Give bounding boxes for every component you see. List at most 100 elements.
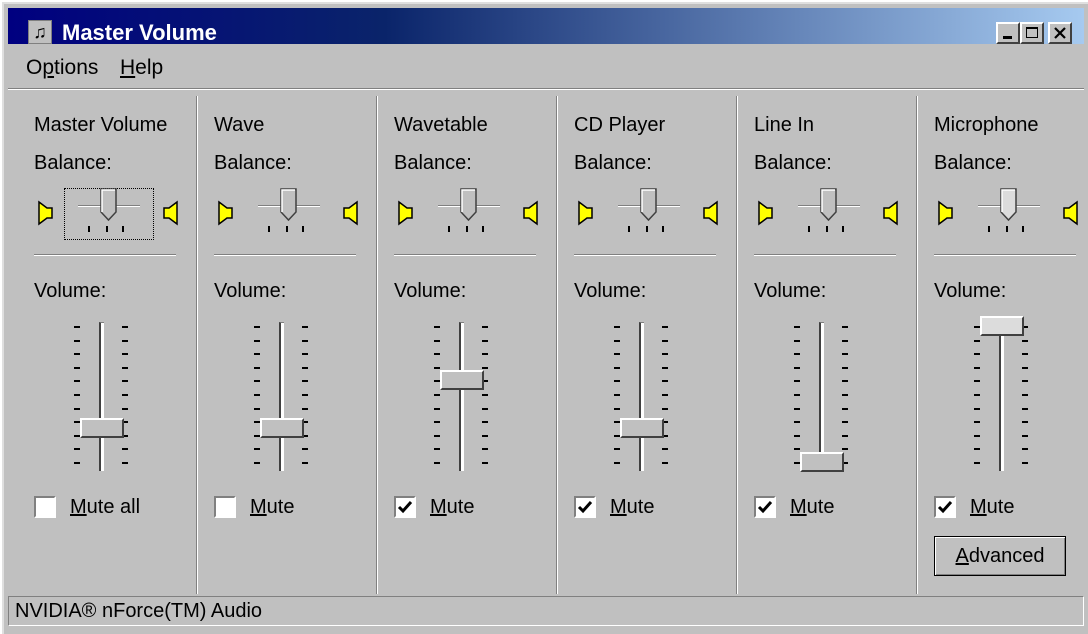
volume-thumb[interactable] — [80, 418, 124, 438]
advanced-button[interactable]: Advanced — [934, 536, 1066, 576]
balance-tick — [286, 226, 288, 232]
volume-track — [459, 322, 464, 471]
volume-tick — [614, 380, 620, 383]
mute-checkbox-box[interactable] — [394, 496, 416, 518]
speaker-right-icon — [523, 200, 538, 226]
balance-slider[interactable] — [34, 188, 180, 240]
minimize-button[interactable] — [996, 22, 1020, 44]
volume-thumb[interactable] — [440, 370, 484, 391]
volume-track — [279, 322, 284, 471]
mute-checkbox-box[interactable] — [574, 496, 596, 518]
channel-line-in: Line In Balance: Volume: Mute — [754, 96, 926, 594]
volume-thumb[interactable] — [800, 452, 844, 472]
volume-label: Volume: — [214, 280, 287, 302]
maximize-button[interactable] — [1020, 22, 1044, 44]
volume-tick — [74, 448, 80, 451]
volume-tick — [302, 462, 308, 464]
volume-tick — [974, 380, 980, 383]
volume-slider[interactable] — [792, 322, 872, 472]
volume-tick — [842, 380, 848, 383]
balance-thumb[interactable] — [1000, 188, 1018, 222]
volume-label: Volume: — [394, 280, 467, 302]
volume-tick — [794, 380, 800, 383]
volume-thumb[interactable] — [980, 316, 1024, 336]
balance-slider[interactable] — [394, 188, 540, 240]
volume-tick — [302, 339, 308, 342]
checkmark-icon — [397, 501, 413, 514]
volume-slider[interactable] — [972, 316, 1052, 472]
speaker-right-icon — [883, 200, 898, 226]
volume-tick — [1022, 366, 1028, 369]
speaker-right-icon — [702, 200, 720, 231]
balance-tick — [122, 226, 124, 232]
volume-label: Volume: — [574, 280, 647, 302]
volume-tick — [482, 339, 488, 342]
volume-tick — [794, 407, 800, 410]
volume-tick — [662, 339, 668, 342]
menu-help[interactable]: Help — [120, 56, 163, 80]
volume-slider[interactable] — [612, 322, 692, 472]
volume-tick — [842, 448, 848, 451]
volume-tick — [614, 394, 620, 396]
balance-thumb[interactable] — [640, 188, 658, 222]
channel-name: Microphone — [934, 114, 1039, 136]
balance-tick — [302, 226, 304, 232]
volume-tick — [974, 421, 980, 424]
mute-checkbox-box[interactable] — [214, 496, 236, 518]
volume-tick — [842, 339, 848, 342]
volume-slider[interactable] — [252, 322, 332, 472]
volume-tick — [794, 448, 800, 451]
speaker-right-icon — [1063, 200, 1078, 226]
title-bar[interactable]: ♫ Master Volume — [8, 8, 1084, 45]
volume-slider[interactable] — [72, 322, 152, 472]
checkmark-icon — [577, 501, 593, 514]
volume-tick — [1022, 421, 1028, 424]
volume-thumb[interactable] — [620, 418, 664, 438]
volume-tick — [74, 326, 80, 328]
mute-checkbox-box[interactable] — [34, 496, 56, 518]
balance-slider[interactable] — [574, 188, 720, 240]
volume-tick — [254, 462, 260, 464]
speaker-right-icon — [343, 200, 358, 226]
volume-slider[interactable] — [432, 322, 512, 472]
volume-tick — [842, 394, 848, 396]
mute-checkbox-box[interactable] — [934, 496, 956, 518]
volume-track — [99, 322, 104, 471]
volume-tick — [1022, 462, 1028, 464]
balance-slider[interactable] — [934, 188, 1080, 240]
volume-thumb[interactable] — [260, 418, 304, 438]
volume-tick — [302, 353, 308, 356]
volume-tick — [662, 407, 668, 410]
volume-tick — [974, 407, 980, 410]
volume-tick — [1022, 448, 1028, 451]
balance-label: Balance: — [394, 152, 472, 174]
volume-tick — [434, 394, 440, 396]
channel-divider — [214, 254, 356, 256]
balance-label: Balance: — [34, 152, 112, 174]
balance-thumb[interactable] — [460, 188, 478, 222]
balance-thumb[interactable] — [100, 188, 118, 222]
balance-thumb[interactable] — [280, 188, 298, 222]
balance-thumb[interactable] — [820, 188, 838, 222]
channel-master-volume: Master Volume Balance: Volume: Mute all — [34, 96, 206, 594]
balance-slider[interactable] — [214, 188, 360, 240]
close-button[interactable] — [1048, 22, 1072, 44]
mute-checkbox-box[interactable] — [754, 496, 776, 518]
balance-slider[interactable] — [754, 188, 900, 240]
channel-name: Master Volume — [34, 114, 168, 136]
volume-tick — [122, 462, 128, 464]
volume-tick — [434, 353, 440, 356]
volume-label: Volume: — [934, 280, 1007, 302]
volume-tick — [74, 339, 80, 342]
volume-tick — [434, 434, 440, 437]
volume-tick — [1022, 434, 1028, 437]
volume-tick — [794, 394, 800, 396]
volume-tick — [662, 394, 668, 396]
volume-track — [819, 322, 824, 471]
volume-tick — [1022, 394, 1028, 396]
channel-microphone: Microphone Balance: Volume: Mute Advanced — [934, 96, 1088, 594]
menu-options[interactable]: Options — [26, 56, 98, 80]
volume-control-app-icon[interactable]: ♫ — [28, 20, 52, 44]
volume-tick — [302, 326, 308, 328]
speaker-left-icon — [936, 200, 954, 231]
